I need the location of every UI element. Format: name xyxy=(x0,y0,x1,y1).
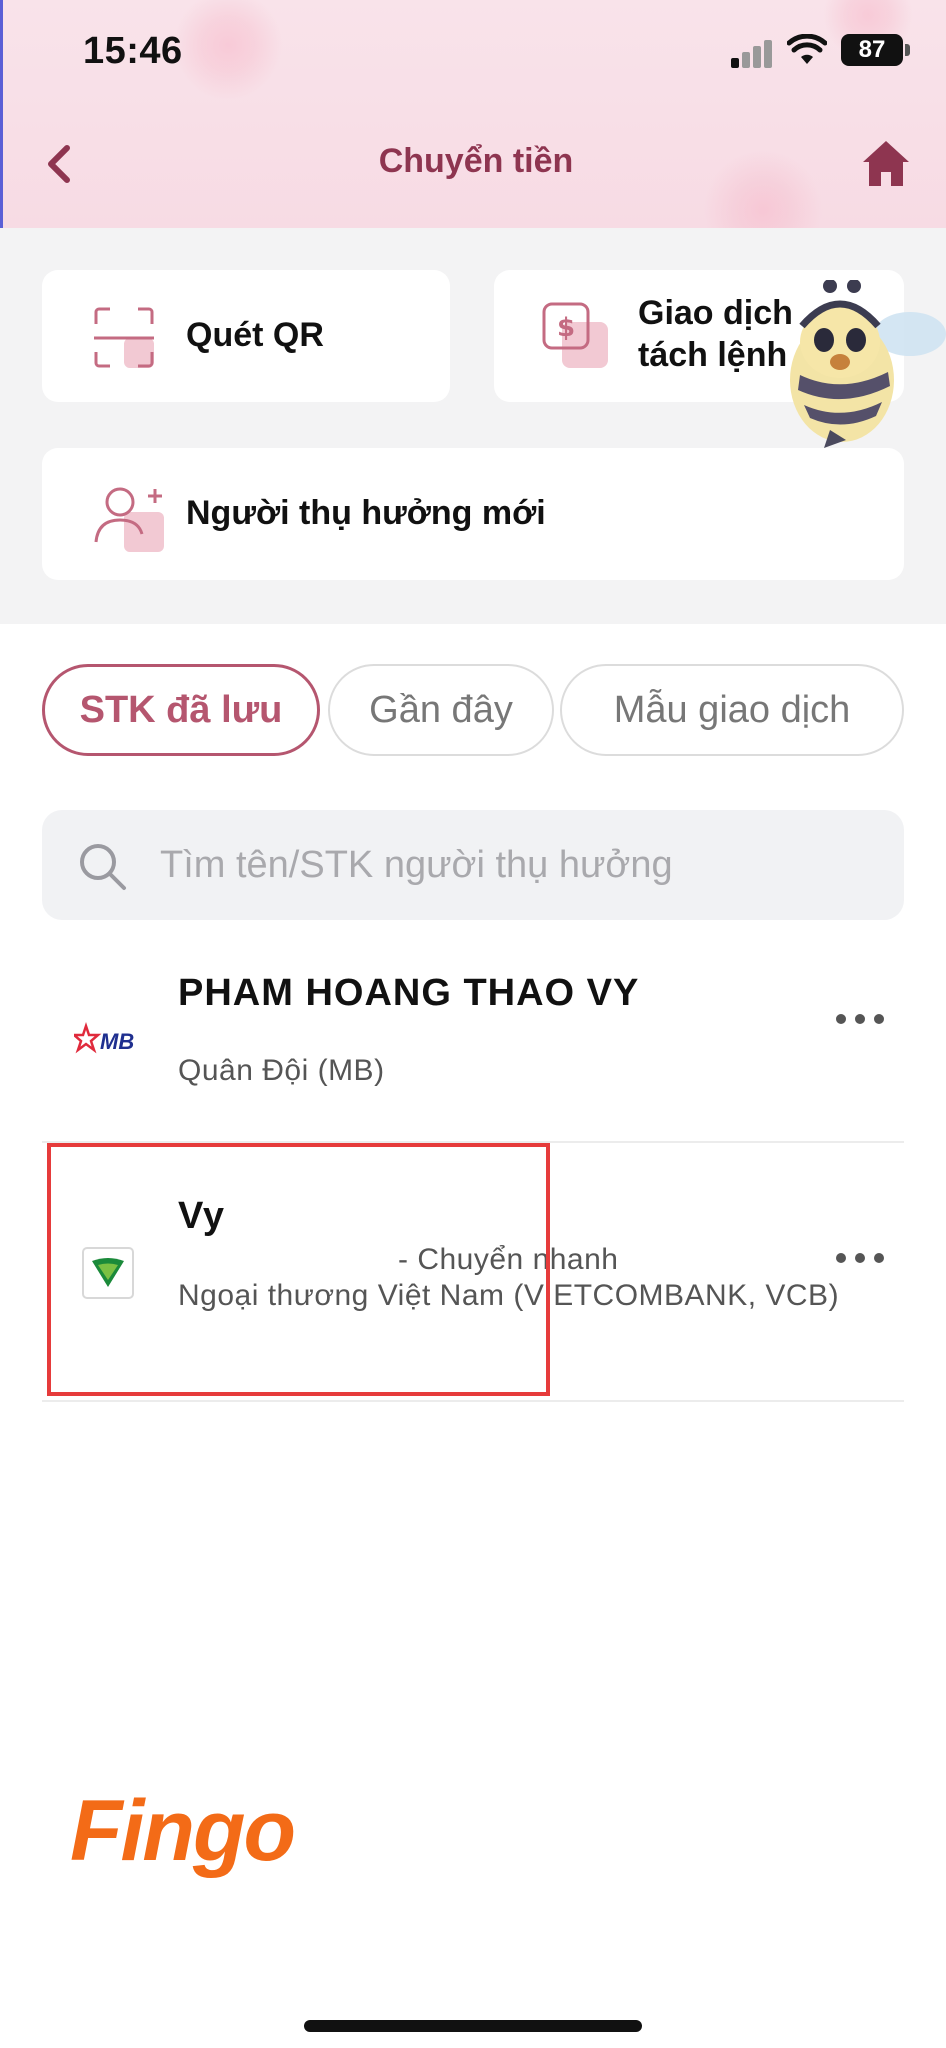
bee-mascot-icon xyxy=(770,279,946,450)
decor-flower xyxy=(173,0,283,100)
battery-tip xyxy=(905,44,910,56)
fingo-logo: Fingo xyxy=(70,1783,296,1879)
split-money-icon: $ xyxy=(540,300,614,374)
home-indicator[interactable] xyxy=(304,2020,642,2032)
mb-bank-logo: MB xyxy=(70,1020,144,1060)
battery-indicator: 87 xyxy=(841,34,903,66)
more-options-button[interactable] xyxy=(832,1243,892,1273)
qr-scan-icon xyxy=(92,306,156,370)
payee-name: PHAM HOANG THAO VY xyxy=(178,972,640,1014)
scan-qr-label: Quét QR xyxy=(186,316,324,354)
selection-highlight xyxy=(47,1143,550,1396)
more-options-button[interactable] xyxy=(832,1004,892,1034)
payee-bank: Quân Đội (MB) xyxy=(178,1054,385,1087)
split-transaction-label-line2: tách lệnh xyxy=(638,336,788,374)
divider xyxy=(42,1400,904,1402)
svg-text:$: $ xyxy=(557,313,575,343)
svg-text:MB: MB xyxy=(100,1029,134,1054)
tab-saved-accounts[interactable]: STK đã lưu xyxy=(42,664,320,756)
tab-recent[interactable]: Gần đây xyxy=(328,664,554,756)
search-input[interactable] xyxy=(160,838,860,892)
page-title: Chuyển tiền xyxy=(378,142,574,180)
cellular-signal-icon xyxy=(731,38,775,68)
app-header: 15:46 87 Chuyển tiền xyxy=(0,0,946,228)
wifi-icon xyxy=(786,33,828,66)
scan-qr-button[interactable]: Quét QR xyxy=(42,270,450,402)
add-user-icon xyxy=(92,484,170,554)
search-icon xyxy=(76,840,128,892)
tab-transaction-templates[interactable]: Mẫu giao dịch xyxy=(560,664,904,756)
status-time: 15:46 xyxy=(83,30,183,72)
new-payee-button[interactable]: Người thụ hưởng mới xyxy=(42,448,904,580)
search-bar xyxy=(42,810,904,920)
new-payee-label: Người thụ hưởng mới xyxy=(186,494,546,532)
home-icon xyxy=(863,141,909,186)
payee-row[interactable]: MB PHAM HOANG THAO VY Quân Đội (MB) xyxy=(42,950,904,1140)
quick-actions-area: Quét QR $ Giao dịch tách lệnh Người thụ … xyxy=(0,228,946,624)
home-button[interactable] xyxy=(859,136,913,190)
